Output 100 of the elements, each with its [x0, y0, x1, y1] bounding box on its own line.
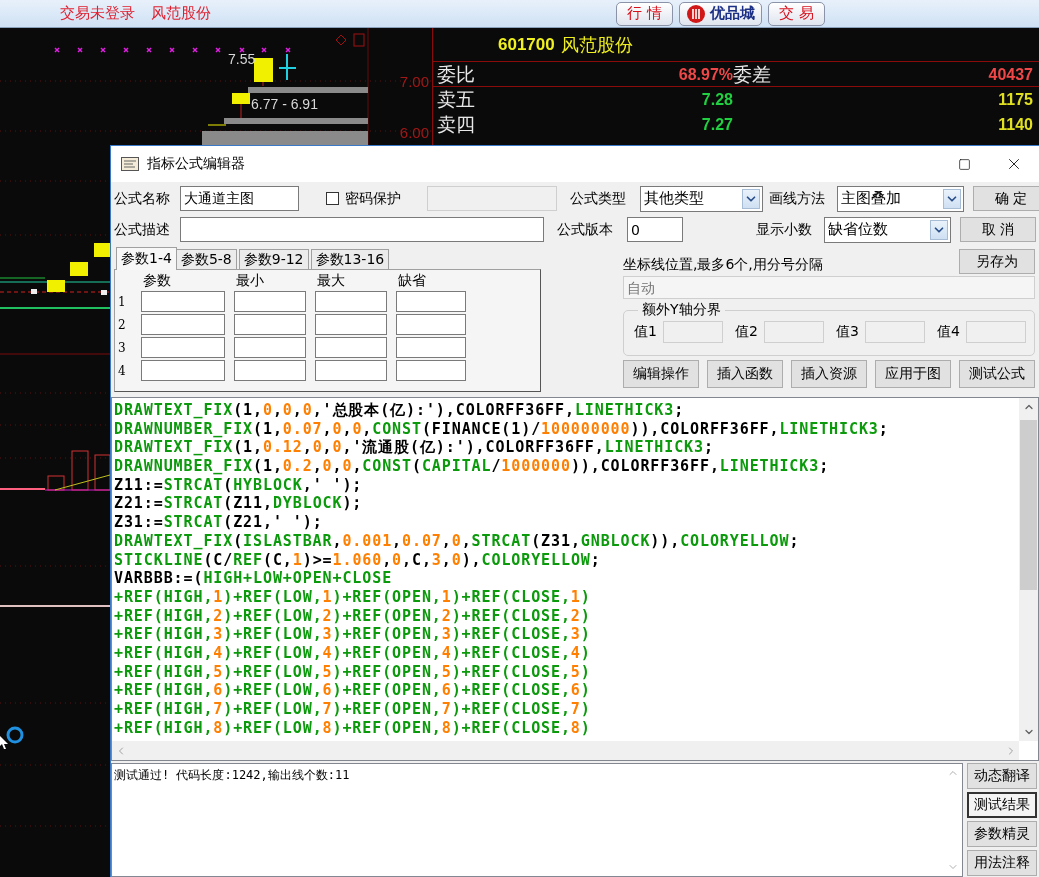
quote-label: 委差	[733, 62, 772, 87]
axis-position-field[interactable]: 自动	[623, 276, 1035, 299]
point-marker	[101, 290, 107, 295]
diamond-icon[interactable]	[335, 34, 347, 46]
code-line: +REF(HIGH,4)+REF(LOW,4)+REF(OPEN,4)+REF(CLOSE,4)	[114, 643, 592, 663]
param-input[interactable]	[234, 314, 306, 335]
toolbar-button[interactable]: 行 情	[616, 1, 674, 26]
param-tab[interactable]: 参数1-4	[116, 247, 177, 270]
bound-field[interactable]	[662, 321, 723, 343]
candlestick	[94, 243, 110, 257]
decimals-select[interactable]: 缺省位数	[824, 216, 951, 243]
code-line: STICKLINE(C/REF(C,1)>=1.060,0,C,3,0),COLORYELLOW;	[114, 550, 602, 570]
action-button[interactable]: 测试公式	[959, 360, 1035, 388]
ask-volume: 1140	[997, 116, 1033, 134]
param-tab[interactable]: 参数13-16	[310, 249, 390, 270]
code-line: Z21:=STRCAT(Z11,DYBLOCK);	[114, 494, 364, 514]
param-input[interactable]	[396, 314, 466, 335]
version-field[interactable]: 0	[627, 217, 683, 242]
bound-field[interactable]	[864, 321, 925, 343]
param-input[interactable]	[234, 337, 306, 358]
code-line: DRAWTEXT_FIX(1,0,0,0,'总股本(亿):'),COLORFF36FF,LINETHICK3;	[114, 401, 686, 420]
formula-type-select[interactable]: 其他类型	[640, 185, 763, 212]
point-marker	[31, 289, 37, 294]
stock-code: 601700	[498, 34, 555, 55]
param-tab[interactable]: 参数5-8	[175, 249, 237, 270]
save-as-button[interactable]: 另存为	[959, 249, 1035, 274]
param-input[interactable]	[315, 360, 387, 381]
code-line: DRAWNUMBER_FIX(1,0.07,0,0,CONST(FINANCE(1)/100000000)),COLORFF36FF,LINETHICK3;	[114, 419, 890, 439]
group-title: 额外Y轴分界	[641, 301, 722, 319]
action-button[interactable]: 编辑操作	[623, 360, 699, 388]
vertical-scrollbar[interactable]	[1019, 398, 1038, 741]
param-input[interactable]	[141, 291, 225, 312]
code-line: DRAWNUMBER_FIX(1,0.2,0,0,CONST(CAPITAL/1000000)),COLORFF36FF,LINETHICK3;	[114, 457, 831, 476]
code-editor[interactable]	[111, 397, 1039, 761]
chevron-down-icon	[943, 188, 961, 209]
action-button[interactable]: 插入函数	[707, 360, 783, 388]
param-input[interactable]	[141, 314, 225, 335]
ok-button[interactable]: 确 定	[973, 186, 1039, 211]
param-tab[interactable]: 参数9-12	[238, 249, 309, 270]
quote-value: 68.97%	[677, 66, 733, 83]
toolbar-button[interactable]: 交 易	[768, 1, 825, 26]
toolbar-button[interactable]: 优品城	[679, 1, 763, 26]
login-status: 交易未登录	[60, 4, 135, 23]
code-line: DRAWTEXT_FIX(ISLASTBAR,0.001,0.07,0,STRCAT(Z31,GNBLOCK)),COLORYELLOW;	[114, 531, 801, 551]
code-line: +REF(HIGH,2)+REF(LOW,2)+REF(OPEN,2)+REF(CLOSE,2)	[114, 606, 592, 626]
action-button[interactable]: 插入资源	[791, 360, 867, 388]
stock-name: 风范股份	[560, 32, 633, 57]
param-input[interactable]	[234, 291, 306, 312]
output-button[interactable]: 用法注释	[967, 850, 1037, 876]
column-header: 最大	[316, 272, 346, 289]
field-label: 公式描述	[114, 220, 171, 239]
password-checkbox[interactable]	[326, 192, 339, 205]
action-button[interactable]: 应用于图	[875, 360, 951, 388]
code-line: +REF(HIGH,1)+REF(LOW,1)+REF(OPEN,1)+REF(CLOSE,1)	[114, 587, 592, 607]
description-field[interactable]	[180, 217, 544, 242]
code-line: VARBBB:=(HIGH+LOW+OPEN+CLOSE	[114, 569, 394, 588]
column-header: 参数	[142, 272, 172, 289]
volume-bar	[71, 450, 89, 491]
password-field[interactable]	[427, 186, 557, 211]
field-label: 画线方法	[769, 189, 826, 208]
param-input[interactable]	[315, 314, 387, 335]
quote-label: 委比	[437, 62, 476, 87]
axis-label: 坐标线位置,最多6个,用分号分隔	[623, 256, 823, 274]
param-input[interactable]	[315, 291, 387, 312]
bound-label: 值4	[937, 323, 960, 341]
price-axis-label: 7.00	[399, 73, 429, 90]
formula-name-field[interactable]: 大通道主图	[180, 186, 299, 211]
draw-method-select[interactable]: 主图叠加	[837, 185, 964, 212]
param-input[interactable]	[141, 337, 225, 358]
volume-bar	[47, 475, 65, 491]
param-input[interactable]	[234, 360, 306, 381]
horizontal-scrollbar[interactable]	[112, 741, 1019, 760]
output-button[interactable]: 测试结果	[967, 792, 1037, 818]
test-result-text: 测试通过! 代码长度:1242,输出线个数:11	[113, 767, 351, 784]
field-label: 显示小数	[756, 220, 813, 239]
param-input[interactable]	[315, 337, 387, 358]
quote-label: 卖四	[437, 112, 476, 137]
param-input[interactable]	[396, 360, 466, 381]
bound-field[interactable]	[965, 321, 1026, 343]
code-line: +REF(HIGH,3)+REF(LOW,3)+REF(OPEN,3)+REF(CLOSE,3)	[114, 625, 592, 644]
price-axis-label: 6.00	[399, 124, 429, 141]
chevron-down-icon	[742, 188, 760, 209]
cancel-button[interactable]: 取 消	[960, 217, 1036, 242]
column-header: 最小	[235, 272, 265, 289]
checkbox-label: 密码保护	[345, 189, 402, 208]
maximize-icon	[957, 157, 971, 171]
column-header: 缺省	[397, 272, 427, 289]
crosshair-icon	[278, 53, 297, 81]
param-input[interactable]	[396, 337, 466, 358]
price-annotation: 7.55	[228, 51, 256, 67]
code-line: +REF(HIGH,6)+REF(LOW,6)+REF(OPEN,6)+REF(CLOSE,6)	[114, 681, 592, 700]
row-number: 3	[118, 340, 127, 355]
output-button[interactable]: 参数精灵	[967, 821, 1037, 847]
ask-price: 7.27	[700, 116, 733, 134]
param-input[interactable]	[396, 291, 466, 312]
scrollbar-thumb[interactable]	[1020, 420, 1037, 590]
cursor-icon	[0, 736, 8, 749]
bound-field[interactable]	[763, 321, 824, 343]
output-button[interactable]: 动态翻译	[967, 763, 1037, 789]
param-input[interactable]	[141, 360, 225, 381]
